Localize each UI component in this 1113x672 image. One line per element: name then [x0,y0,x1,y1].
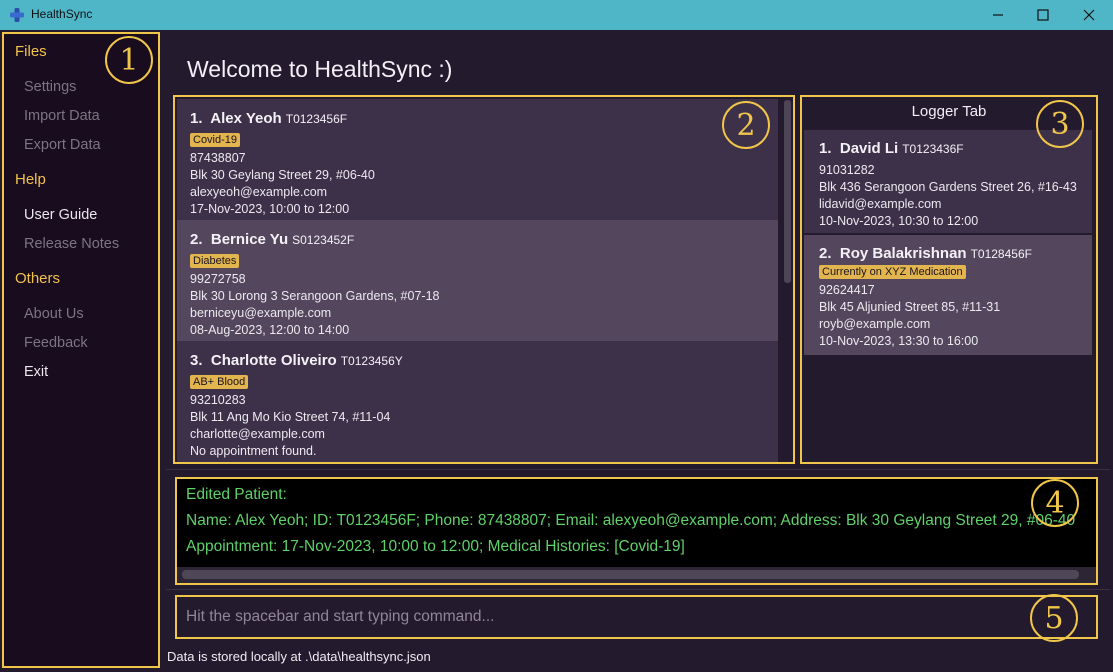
logger-appointment: 10-Nov-2023, 13:30 to 16:00 [819,334,979,348]
sidebar-item-import-data[interactable]: Import Data [24,108,100,124]
logger-name-row: 2. Roy Balakrishnan T0128456F [819,245,1032,262]
annotation-marker-5: 5 [1030,594,1078,642]
maximize-icon [1037,9,1049,21]
sidebar-section-help: Help [15,171,46,188]
logger-email: royb@example.com [819,317,931,331]
sidebar-item-exit[interactable]: Exit [24,364,48,380]
logger-panel: Logger Tab 1. David Li T0123436F 91031282… [800,95,1098,464]
patient-name: Bernice Yu [210,231,289,248]
command-input[interactable] [177,597,1096,637]
logger-id: T0123436F [902,142,964,156]
sidebar-item-user-guide[interactable]: User Guide [24,207,97,223]
logger-appointment: 10-Nov-2023, 10:30 to 12:00 [819,214,979,228]
result-line-1: Edited Patient: [186,486,287,503]
patient-name: Alex Yeoh [210,110,282,127]
patient-list-panel: 1. Alex Yeoh T0123456F Covid-19 87438807 … [173,95,795,464]
patient-id: S0123452F [292,233,355,247]
sidebar-item-feedback[interactable]: Feedback [24,335,88,351]
patient-name-row: 2. Bernice Yu S0123452F [190,231,354,248]
title-bar: HealthSync [0,0,1113,30]
annotation-marker-3: 3 [1036,100,1084,148]
annotation-marker-2: 2 [722,101,770,149]
logger-email: lidavid@example.com [819,197,942,211]
patient-index: 2. [190,231,203,248]
patient-email: alexyeoh@example.com [190,185,328,199]
patient-address: Blk 30 Lorong 3 Serangoon Gardens, #07-1… [190,289,440,303]
page-title: Welcome to HealthSync :) [187,56,453,82]
sidebar-item-release-notes[interactable]: Release Notes [24,236,119,252]
app-logo-icon [10,8,24,22]
sidebar-section-others: Others [15,270,61,287]
patient-card[interactable]: 1. Alex Yeoh T0123456F Covid-19 87438807 … [177,99,778,220]
patient-index: 3. [190,352,203,369]
patient-address: Blk 11 Ang Mo Kio Street 74, #11-04 [190,410,391,424]
divider [166,589,1110,590]
patient-index: 1. [190,110,203,127]
logger-phone: 91031282 [819,163,875,177]
window-title: HealthSync [31,7,93,21]
patient-email: charlotte@example.com [190,427,325,441]
patient-address: Blk 30 Geylang Street 29, #06-40 [190,168,375,182]
sidebar: Files Settings Import Data Export Data H… [2,32,160,668]
patient-appointment: 08-Aug-2023, 12:00 to 14:00 [190,323,350,337]
minimize-icon [993,14,1003,16]
minimize-button[interactable] [975,0,1021,30]
result-display: Edited Patient: Name: Alex Yeoh; ID: T01… [175,477,1098,585]
patient-appointment: 17-Nov-2023, 10:00 to 12:00 [190,202,350,216]
logger-name-row: 1. David Li T0123436F [819,140,964,157]
logger-index: 1. [819,140,832,157]
logger-entry[interactable]: 2. Roy Balakrishnan T0128456F Currently o… [804,235,1092,355]
close-icon [1083,9,1095,21]
patient-card[interactable]: 3. Charlotte Oliveiro T0123456Y AB+ Blood… [177,341,778,462]
patient-name-row: 1. Alex Yeoh T0123456F [190,110,347,127]
medical-history-tag: Currently on XYZ Medication [819,265,966,279]
patient-list-scrollbar[interactable] [782,100,792,460]
result-line-3: Appointment: 17-Nov-2023, 10:00 to 12:00… [186,538,685,555]
patient-id: T0123456Y [340,354,403,368]
medical-history-tag: AB+ Blood [190,375,249,389]
divider [166,469,1110,470]
maximize-button[interactable] [1020,0,1066,30]
command-box [175,595,1098,639]
patient-phone: 93210283 [190,393,246,407]
annotation-marker-4: 4 [1031,479,1079,527]
result-horizontal-scrollbar[interactable] [177,567,1096,583]
patient-card[interactable]: 2. Bernice Yu S0123452F Diabetes 99272758… [177,220,778,341]
patient-email: berniceyu@example.com [190,306,332,320]
patient-appointment: No appointment found. [190,444,317,458]
medical-history-tag: Diabetes [190,254,240,268]
medical-history-tag: Covid-19 [190,133,241,147]
patient-phone: 87438807 [190,151,246,165]
result-line-2: Name: Alex Yeoh; ID: T0123456F; Phone: 8… [186,512,1076,529]
sidebar-section-files: Files [15,43,47,60]
patient-name: Charlotte Oliveiro [210,352,337,369]
logger-address: Blk 436 Serangoon Gardens Street 26, #16… [819,180,1077,194]
logger-address: Blk 45 Aljunied Street 85, #11-31 [819,300,1001,314]
scrollbar-thumb[interactable] [182,570,1079,579]
logger-index: 2. [819,245,832,262]
logger-id: T0128456F [970,247,1032,261]
scrollbar-thumb[interactable] [784,100,791,283]
close-button[interactable] [1066,0,1112,30]
sidebar-item-export-data[interactable]: Export Data [24,137,101,153]
status-bar: Data is stored locally at .\data\healths… [167,649,431,664]
sidebar-item-about-us[interactable]: About Us [24,306,84,322]
logger-phone: 92624417 [819,283,875,297]
logger-name: Roy Balakrishnan [839,245,967,262]
annotation-marker-1: 1 [105,36,153,84]
logger-name: David Li [839,140,899,157]
patient-name-row: 3. Charlotte Oliveiro T0123456Y [190,352,403,369]
sidebar-item-settings[interactable]: Settings [24,79,76,95]
patient-id: T0123456F [285,112,348,126]
patient-phone: 99272758 [190,272,246,286]
